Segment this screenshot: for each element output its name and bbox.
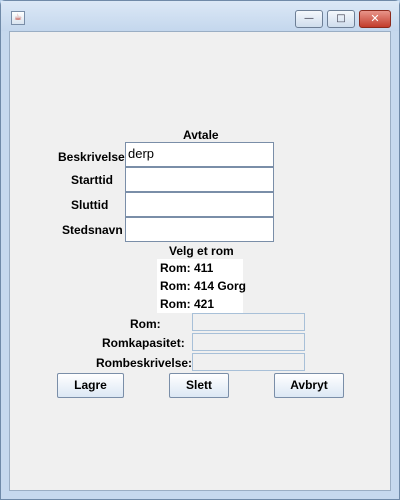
room-description-field [192,353,305,371]
save-button[interactable]: Lagre [57,373,124,398]
room-description-label: Rombeskrivelse: [96,356,193,370]
end-time-label: Sluttid [71,198,109,212]
delete-button[interactable]: Slett [169,373,229,398]
room-capacity-label: Romkapasitet: [102,336,185,350]
form-heading: Avtale [183,128,219,142]
room-list[interactable]: Rom: 411 Rom: 414 Gorg Rom: 421 [157,259,246,313]
room-list-item-411[interactable]: Rom: 411 [157,259,243,277]
cancel-button[interactable]: Avbryt [274,373,344,398]
room-capacity-field [192,333,305,351]
application-window: ☕ — □ ✕ Avtale Beskrivelse derp Starttid… [0,0,400,500]
form-panel: Avtale Beskrivelse derp Starttid Sluttid… [9,31,391,491]
start-time-label: Starttid [71,173,113,187]
maximize-button[interactable]: □ [327,10,355,28]
java-app-icon[interactable]: ☕ [11,11,25,25]
room-field [192,313,305,331]
close-button[interactable]: ✕ [359,10,391,28]
minimize-button[interactable]: — [295,10,323,28]
location-label: Stedsnavn [62,223,123,237]
room-list-item-421[interactable]: Rom: 421 [157,295,243,313]
room-list-item-414[interactable]: Rom: 414 Gorg [157,277,246,295]
end-time-field[interactable] [125,192,274,217]
description-field[interactable]: derp [125,142,274,167]
room-list-heading: Velg et rom [169,244,234,258]
room-label: Rom: [130,317,161,331]
start-time-field[interactable] [125,167,274,192]
location-field[interactable] [125,217,274,242]
title-bar[interactable]: ☕ — □ ✕ [1,1,399,31]
description-label: Beskrivelse [58,150,125,164]
